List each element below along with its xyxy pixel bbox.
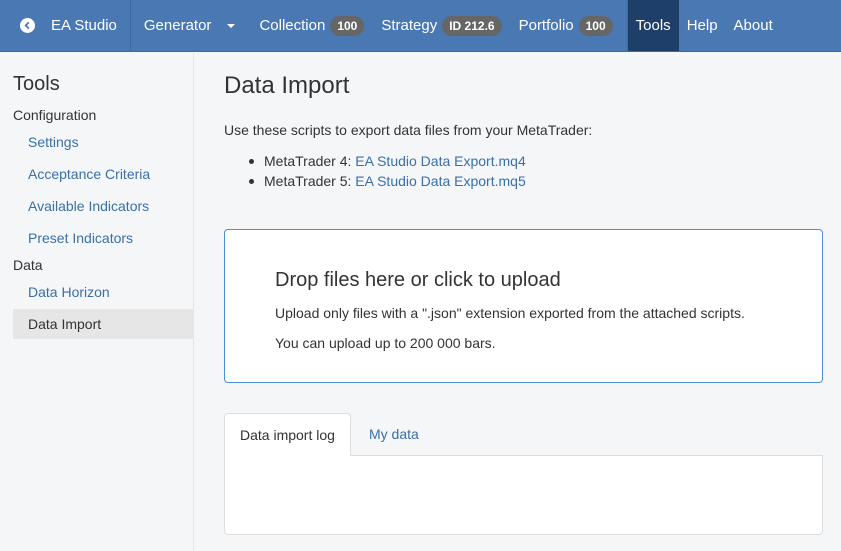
tools-sidebar: Tools Configuration Settings Acceptance … — [0, 53, 194, 551]
page-title: Data Import — [224, 72, 350, 99]
nav-collection-label: Collection — [259, 17, 326, 34]
intro-text: Use these scripts to export data files f… — [224, 122, 593, 138]
sidebar-group-data: Data — [13, 257, 43, 273]
collection-count-badge: 100 — [330, 15, 365, 36]
dropzone-hint-extension: Upload only files with a ".json" extensi… — [275, 305, 745, 321]
mt4-script-link[interactable]: EA Studio Data Export.mq4 — [355, 153, 525, 169]
nav-tools-label: Tools — [635, 17, 671, 34]
nav-generator-label: Generator — [143, 17, 212, 34]
mt4-prefix: MetaTrader 4: — [264, 153, 356, 169]
nav-about[interactable]: About — [718, 0, 773, 51]
mt5-prefix: MetaTrader 5: — [264, 173, 356, 189]
nav-help[interactable]: Help — [679, 0, 718, 51]
generator-dropdown-toggle[interactable] — [211, 0, 244, 51]
bullet-icon — [249, 158, 254, 164]
nav-strategy[interactable]: Strategy ID 212.6 — [364, 0, 502, 51]
nav-help-label: Help — [686, 17, 718, 34]
nav-tools[interactable]: Tools — [627, 0, 679, 51]
sidebar-item-data-horizon[interactable]: Data Horizon — [13, 277, 193, 307]
chevron-down-icon — [227, 23, 236, 28]
sidebar-group-configuration: Configuration — [13, 107, 97, 123]
dropzone-title: Drop files here or click to upload — [275, 269, 561, 291]
tab-my-data[interactable]: My data — [354, 413, 434, 455]
list-item: MetaTrader 5: EA Studio Data Export.mq5 — [249, 171, 526, 191]
script-list: MetaTrader 4: EA Studio Data Export.mq4 … — [249, 151, 526, 191]
sidebar-item-preset-indicators[interactable]: Preset Indicators — [13, 223, 193, 253]
nav-generator[interactable]: Generator — [131, 0, 212, 51]
tab-panel-content — [224, 455, 823, 535]
sidebar-item-acceptance-criteria[interactable]: Acceptance Criteria — [13, 159, 193, 189]
nav-strategy-label: Strategy — [381, 17, 438, 34]
top-navbar: EA Studio Generator Collection 100 Strat… — [0, 0, 841, 52]
strategy-id-badge: ID 212.6 — [442, 15, 502, 36]
nav-about-label: About — [733, 17, 773, 34]
sidebar-item-available-indicators[interactable]: Available Indicators — [13, 191, 193, 221]
nav-portfolio-label: Portfolio — [518, 17, 574, 34]
back-arrow-icon — [20, 18, 35, 33]
import-tabs: Data import log My data — [224, 413, 823, 456]
brand-home-link[interactable]: EA Studio — [0, 0, 131, 51]
dropzone-hint-limit: You can upload up to 200 000 bars. — [275, 335, 496, 351]
bullet-icon — [249, 178, 254, 184]
tab-data-import-log[interactable]: Data import log — [224, 413, 351, 456]
brand-label: EA Studio — [51, 17, 117, 34]
mt5-script-link[interactable]: EA Studio Data Export.mq5 — [355, 173, 525, 189]
portfolio-count-badge: 100 — [578, 15, 613, 36]
sidebar-title: Tools — [13, 73, 60, 95]
nav-portfolio[interactable]: Portfolio 100 — [502, 0, 628, 51]
sidebar-item-data-import[interactable]: Data Import — [13, 309, 193, 339]
sidebar-item-settings[interactable]: Settings — [13, 127, 193, 157]
nav-collection[interactable]: Collection 100 — [244, 0, 365, 51]
file-dropzone[interactable]: Drop files here or click to upload Uploa… — [224, 229, 823, 383]
list-item: MetaTrader 4: EA Studio Data Export.mq4 — [249, 151, 526, 171]
